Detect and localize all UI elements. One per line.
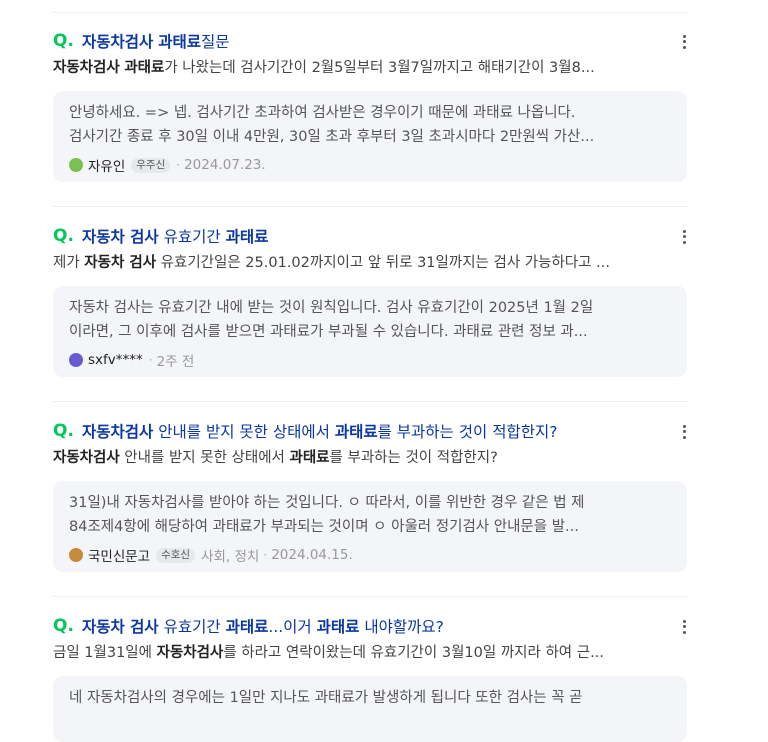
question-q-icon: Q. — [53, 226, 74, 246]
question-title-row[interactable]: Q. 자동차 검사 유효기간 과태료 — [53, 224, 687, 248]
author-badge: 수호신 — [156, 547, 196, 563]
more-options-icon[interactable] — [679, 618, 689, 634]
answer-meta: 국민신문고 수호신 사회, 정치 · 2024.04.15. — [69, 545, 671, 565]
highlight-term: 과태료 — [124, 60, 165, 76]
answer-meta: 자유인 우주신 · 2024.07.23. — [69, 155, 671, 175]
result-item: Q. 자동차 검사 유효기간 과태료 제가 자동차 검사 유효기간일은 25.0… — [53, 224, 687, 402]
result-item: Q. 자동차검사 과태료질문 자동차검사 과태료가 나왔는데 검사기간이 2월5… — [53, 29, 687, 207]
highlight-term: 과태료 — [334, 423, 378, 441]
separator-dot: · — [148, 353, 153, 367]
text-segment: 가 나왔는데 검사기간이 2월5일부터 3월7일까지고 해태기간이 3월8... — [164, 60, 595, 76]
highlight-term: 자동차 검사 — [82, 618, 159, 636]
highlight-term: 자동차 검사 — [84, 255, 157, 271]
text-segment: 유효기간일은 25.01.02까지이고 앞 뒤로 31일까지는 검사 가능하다고… — [156, 255, 610, 271]
more-options-icon[interactable] — [679, 423, 689, 439]
highlight-term: 과태료 — [289, 450, 330, 466]
answer-snippet: 안녕하세요. => 넵. 검사기간 초과하여 검사받은 경우이기 때문에 과태료… — [69, 105, 595, 145]
author-name[interactable]: 자유인 — [88, 155, 125, 175]
avatar — [69, 548, 83, 562]
text-segment: 안내를 받지 못한 상태에서 — [119, 450, 290, 466]
highlight-term: 자동차검사 — [53, 60, 120, 76]
answer-box[interactable]: 자동차 검사는 유효기간 내에 받는 것이 원칙입니다. 검사 유효기간이 20… — [53, 286, 687, 377]
question-q-icon: Q. — [53, 421, 74, 441]
question-title[interactable]: 자동차 검사 유효기간 과태료...이거 과태료 내야할까요? — [82, 615, 444, 637]
more-options-icon[interactable] — [679, 228, 689, 244]
divider — [53, 206, 687, 207]
question-title-row[interactable]: Q. 자동차 검사 유효기간 과태료...이거 과태료 내야할까요? — [53, 614, 687, 638]
highlight-term: 자동차검사 — [82, 33, 154, 51]
text-segment: ...이거 — [268, 618, 317, 636]
author-name[interactable]: sxfv**** — [88, 352, 143, 368]
separator-dot: · — [263, 548, 268, 562]
search-results: Q. 자동차검사 과태료질문 자동차검사 과태료가 나왔는데 검사기간이 2월5… — [0, 0, 768, 742]
question-title-row[interactable]: Q. 자동차검사 과태료질문 — [53, 29, 687, 53]
more-options-icon[interactable] — [679, 33, 689, 49]
result-item: Q. 자동차 검사 유효기간 과태료...이거 과태료 내야할까요? 금일 1월… — [53, 614, 689, 742]
question-title[interactable]: 자동차검사 과태료질문 — [82, 30, 230, 52]
text-segment: 제가 — [53, 255, 85, 271]
result-item: Q. 자동차검사 안내를 받지 못한 상태에서 과태료를 부과하는 것이 적합한… — [53, 419, 687, 597]
text-segment: 질문 — [201, 33, 230, 51]
question-snippet[interactable]: 자동차검사 과태료가 나왔는데 검사기간이 2월5일부터 3월7일까지고 해태기… — [53, 58, 683, 79]
answer-snippet: 네 자동차검사의 경우에는 1일만 지나도 과태료가 발생하게 됩니다 또한 검… — [69, 690, 583, 706]
answer-box[interactable]: 안녕하세요. => 넵. 검사기간 초과하여 검사받은 경우이기 때문에 과태료… — [53, 91, 687, 182]
divider — [53, 596, 687, 597]
highlight-term: 자동차검사 — [53, 450, 120, 466]
highlight-term: 자동차검사 — [82, 423, 154, 441]
question-snippet[interactable]: 금일 1월31일에 자동차검사를 하라고 연락이왔는데 유효기간이 3월10일 … — [53, 643, 683, 664]
avatar — [69, 353, 83, 367]
text-segment: 를 부과하는 것이 적합한지? — [329, 450, 498, 466]
answer-snippet: 자동차 검사는 유효기간 내에 받는 것이 원칙입니다. 검사 유효기간이 20… — [69, 300, 594, 340]
text-segment: 금일 1월31일에 — [53, 645, 157, 661]
answer-box[interactable]: 네 자동차검사의 경우에는 1일만 지나도 과태료가 발생하게 됩니다 또한 검… — [53, 676, 687, 742]
answer-date: 2주 전 — [156, 354, 195, 370]
question-title-row[interactable]: Q. 자동차검사 안내를 받지 못한 상태에서 과태료를 부과하는 것이 적합한… — [53, 419, 687, 443]
text-segment: 유효기간 — [158, 228, 226, 246]
highlight-term: 과태료 — [316, 618, 360, 636]
separator-dot: · — [176, 158, 181, 172]
author-badge: 우주신 — [131, 157, 171, 173]
text-segment: 유효기간 — [158, 618, 226, 636]
question-q-icon: Q. — [53, 31, 74, 51]
highlight-term: 자동차 검사 — [82, 228, 159, 246]
answer-box[interactable]: 31일)내 자동차검사를 받아야 하는 것입니다. ㅇ 따라서, 이를 위반한 … — [53, 481, 687, 572]
highlight-term: 과태료 — [225, 618, 269, 636]
highlight-term: 과태료 — [225, 228, 269, 246]
answer-date: 2024.07.23. — [184, 157, 266, 173]
author-name[interactable]: 국민신문고 — [88, 545, 150, 565]
divider — [53, 12, 687, 13]
highlight-term: 과태료 — [158, 33, 202, 51]
answer-snippet: 31일)내 자동차검사를 받아야 하는 것입니다. ㅇ 따라서, 이를 위반한 … — [69, 495, 585, 535]
text-segment: 를 하라고 연락이왔는데 유효기간이 3월10일 까지라 하여 근... — [223, 645, 604, 661]
divider — [53, 401, 687, 402]
question-snippet[interactable]: 자동차검사 안내를 받지 못한 상태에서 과태료를 부과하는 것이 적합한지? — [53, 448, 683, 469]
question-snippet[interactable]: 제가 자동차 검사 유효기간일은 25.01.02까지이고 앞 뒤로 31일까지… — [53, 253, 683, 274]
question-title[interactable]: 자동차검사 안내를 받지 못한 상태에서 과태료를 부과하는 것이 적합한지? — [82, 420, 557, 442]
answer-date: 2024.04.15. — [271, 547, 353, 563]
avatar — [69, 158, 83, 172]
text-segment: 내야할까요? — [359, 618, 444, 636]
question-q-icon: Q. — [53, 616, 74, 636]
text-segment: 안내를 받지 못한 상태에서 — [153, 423, 335, 441]
answer-category[interactable]: 사회, 정치 — [201, 545, 259, 565]
text-segment: 를 부과하는 것이 적합한지? — [377, 423, 558, 441]
highlight-term: 자동차검사 — [156, 645, 224, 661]
question-title[interactable]: 자동차 검사 유효기간 과태료 — [82, 225, 268, 247]
answer-meta: sxfv**** · 2주 전 — [69, 351, 671, 370]
